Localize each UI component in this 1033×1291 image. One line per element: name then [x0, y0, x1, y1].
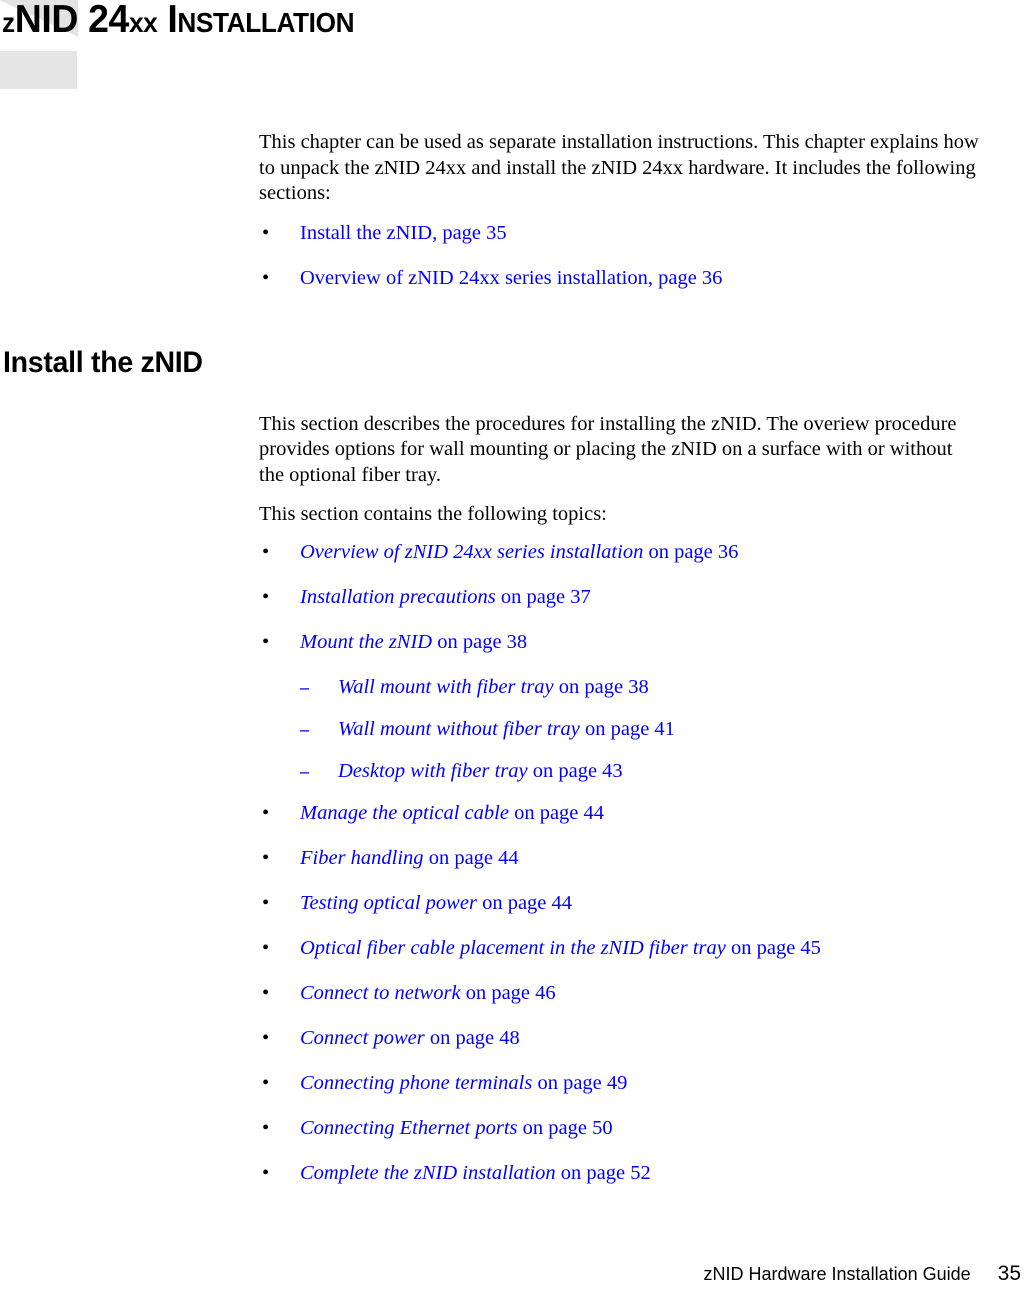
cross-reference-link[interactable]: Fiber handling [300, 847, 424, 869]
cross-reference-link[interactable]: Manage the optical cable [300, 802, 509, 824]
list-item[interactable]: • Connecting phone terminals on page 49 [259, 1071, 979, 1096]
cross-reference-link[interactable]: Connect power [300, 1027, 425, 1049]
chapter-title-lead: z [2, 7, 15, 38]
bullet-icon: • [262, 221, 270, 244]
footer-page-number: 35 [997, 1262, 1021, 1285]
bullet-icon: • [262, 266, 270, 289]
section-paragraph-2: This section contains the following topi… [259, 503, 607, 525]
cross-reference-page: on page 49 [532, 1071, 628, 1094]
cross-reference-link[interactable]: Desktop with fiber tray [338, 760, 528, 782]
list-item[interactable]: – Wall mount without fiber tray on page 4… [259, 717, 979, 742]
list-item[interactable]: • Testing optical power on page 44 [259, 891, 979, 916]
title-accent-block [0, 51, 77, 89]
list-item[interactable]: • Connecting Ethernet ports on page 50 [259, 1116, 979, 1141]
list-item[interactable]: • Mount the zNID on page 38 [259, 630, 979, 655]
cross-reference-page: on page 38 [432, 630, 528, 653]
chapter-title-initial: I [167, 0, 178, 41]
chapter-title-suffix: xx [128, 7, 158, 38]
cross-reference-link[interactable]: Connecting Ethernet ports [300, 1117, 518, 1139]
cross-reference-page: on page 37 [495, 585, 591, 608]
dash-icon: – [300, 676, 309, 697]
content-column: This chapter can be used as separate ins… [259, 130, 979, 1206]
list-item[interactable]: • Connect to network on page 46 [259, 981, 979, 1006]
bullet-icon: • [262, 1071, 270, 1094]
cross-reference-link[interactable]: Wall mount with fiber tray [338, 676, 554, 698]
heading-spacer [259, 311, 979, 412]
cross-reference-link[interactable]: Connect to network [300, 982, 461, 1004]
list-item[interactable]: • Installation precautions on page 37 [259, 585, 979, 610]
bullet-icon: • [262, 540, 270, 563]
cross-reference-page: on page 41 [579, 717, 675, 740]
footer-content: zNID Hardware Installation Guide 35 [704, 1263, 1021, 1285]
dash-icon: – [300, 718, 309, 739]
cross-reference-link[interactable]: Complete the zNID installation [300, 1162, 556, 1184]
cross-reference-page: on page 38 [553, 675, 649, 698]
bullet-icon: • [262, 846, 270, 869]
bullet-icon: • [262, 891, 270, 914]
cross-reference-page: on page 44 [423, 846, 519, 869]
list-item[interactable]: • Optical fiber cable placement in the zN… [259, 936, 979, 961]
cross-reference-page: on page 44 [508, 801, 605, 824]
cross-reference-link[interactable]: Testing optical power [300, 892, 477, 914]
list-item[interactable]: • Install the zNID, page 35 [259, 221, 979, 246]
cross-reference-page: on page 50 [517, 1116, 613, 1139]
bullet-icon: • [262, 801, 270, 824]
page-footer: zNID Hardware Installation Guide 35 [0, 1247, 1033, 1291]
cross-reference-link[interactable]: Install the zNID, page 35 [300, 222, 507, 244]
cross-reference-link[interactable]: Overview of zNID 24xx series installatio… [300, 541, 643, 563]
bullet-icon: • [262, 1026, 270, 1049]
bullet-icon: • [262, 585, 270, 608]
chapter-title-main: NID 24 [14, 0, 130, 41]
list-item[interactable]: • Manage the optical cable on page 44 [259, 801, 979, 826]
bullet-icon: • [262, 1116, 270, 1139]
bullet-icon: • [262, 1161, 270, 1184]
footer-guide-title: zNID Hardware Installation Guide [703, 1264, 971, 1284]
list-item[interactable]: • Overview of zNID 24xx series installati… [259, 540, 979, 565]
list-item[interactable]: – Desktop with fiber tray on page 43 [259, 759, 979, 784]
topic-link-list: • Overview of zNID 24xx series installati… [259, 540, 979, 1186]
chapter-title: zNID 24xx INSTALLATION [2, 0, 355, 46]
dash-icon: – [300, 760, 309, 781]
section-paragraph-1: This section describes the procedures fo… [259, 412, 957, 486]
list-item[interactable]: • Connect power on page 48 [259, 1026, 979, 1051]
list-item[interactable]: • Overview of zNID 24xx series installati… [259, 266, 979, 291]
cross-reference-link[interactable]: Optical fiber cable placement in the zNI… [300, 937, 726, 959]
bullet-icon: • [262, 936, 270, 959]
cross-reference-link[interactable]: Connecting phone terminals [300, 1072, 532, 1094]
cross-reference-link[interactable]: Overview of zNID 24xx series installatio… [300, 267, 722, 289]
list-item[interactable]: • Fiber handling on page 44 [259, 846, 979, 871]
bullet-icon: • [262, 981, 270, 1004]
cross-reference-link[interactable]: Mount the zNID [300, 631, 432, 653]
chapter-title-word: NSTALLATION [177, 7, 355, 38]
cross-reference-page: on page 46 [460, 981, 556, 1004]
cross-reference-page: on page 44 [476, 891, 573, 914]
cross-reference-page: on page 48 [424, 1026, 520, 1049]
cross-reference-page: on page 52 [555, 1161, 651, 1184]
chapter-title-space [157, 0, 167, 41]
cross-reference-link[interactable]: Wall mount without fiber tray [338, 718, 580, 740]
bullet-icon: • [262, 630, 270, 653]
cross-reference-page: on page 43 [527, 759, 623, 782]
intro-link-list: • Install the zNID, page 35 • Overview of … [259, 221, 979, 291]
cross-reference-link[interactable]: Installation precautions [300, 586, 496, 608]
cross-reference-page: on page 45 [725, 936, 821, 959]
cross-reference-page: on page 36 [643, 540, 739, 563]
list-item[interactable]: – Wall mount with fiber tray on page 38 [259, 675, 979, 700]
list-item[interactable]: • Complete the zNID installation on page … [259, 1161, 979, 1186]
section-heading-install-the-znid: Install the zNID [3, 346, 203, 379]
intro-paragraph: This chapter can be used as separate ins… [259, 131, 979, 204]
